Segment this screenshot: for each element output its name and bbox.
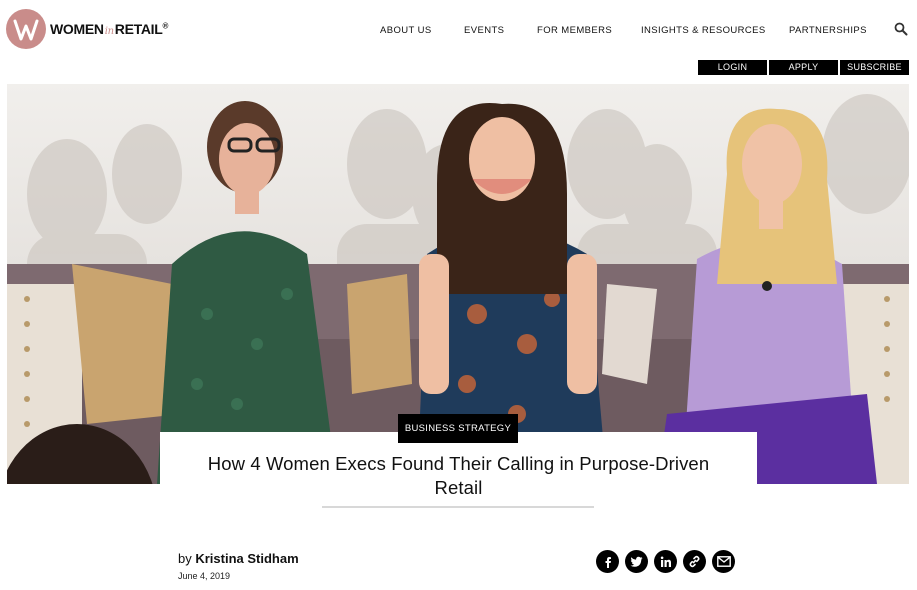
linkedin-icon[interactable]: [654, 550, 677, 573]
twitter-icon[interactable]: [625, 550, 648, 573]
login-button[interactable]: LOGIN: [698, 60, 767, 75]
search-icon[interactable]: [894, 22, 908, 36]
nav-about-us[interactable]: ABOUT US: [380, 25, 432, 36]
nav-partnerships[interactable]: PARTNERSHIPS: [789, 25, 867, 36]
nav-for-members[interactable]: FOR MEMBERS: [537, 25, 612, 36]
title-divider: [322, 506, 594, 508]
nav-insights-resources[interactable]: INSIGHTS & RESOURCES: [641, 25, 766, 36]
byline-prefix: by: [178, 551, 192, 566]
publish-date: June 4, 2019: [178, 571, 231, 581]
title-card: How 4 Women Execs Found Their Calling in…: [160, 432, 757, 508]
facebook-icon[interactable]: [596, 550, 619, 573]
byline: by Kristina Stidham: [178, 551, 299, 566]
category-badge[interactable]: BUSINESS STRATEGY: [398, 414, 518, 443]
link-icon[interactable]: [683, 550, 706, 573]
email-icon[interactable]: [712, 550, 735, 573]
author-link[interactable]: Kristina Stidham: [195, 551, 298, 566]
main-nav: ABOUT US EVENTS FOR MEMBERS INSIGHTS & R…: [0, 25, 917, 39]
nav-events[interactable]: EVENTS: [464, 25, 504, 36]
apply-button[interactable]: APPLY: [769, 60, 838, 75]
account-bar: LOGIN APPLY SUBSCRIBE: [0, 60, 917, 76]
article-title: How 4 Women Execs Found Their Calling in…: [207, 453, 710, 498]
subscribe-button[interactable]: SUBSCRIBE: [840, 60, 909, 75]
